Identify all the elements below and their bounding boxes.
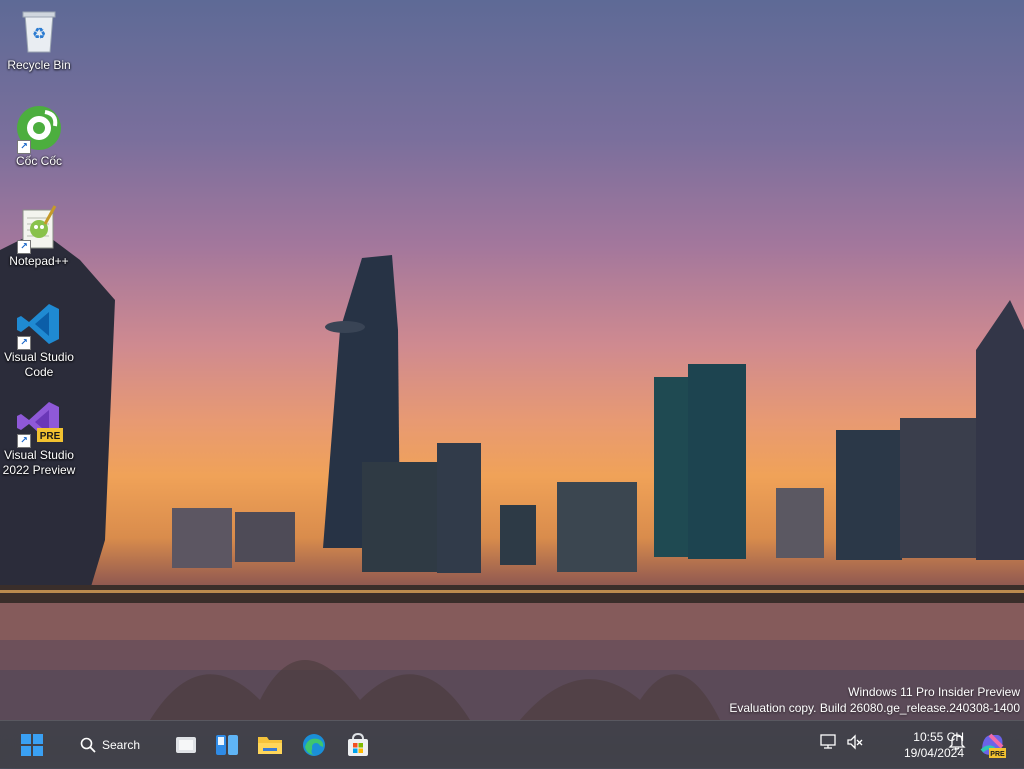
file-explorer-button[interactable]	[252, 727, 288, 763]
shortcut-arrow-icon: ↗	[17, 140, 31, 154]
task-view-icon	[176, 737, 196, 753]
copilot-icon: PRE	[980, 733, 1006, 758]
desktop-icon-vscode[interactable]: ↗ Visual Studio Code	[1, 300, 77, 380]
network-icon	[820, 734, 836, 749]
notification-button[interactable]	[948, 733, 966, 756]
desktop-icon-recycle-bin[interactable]: ♻ Recycle Bin	[1, 8, 77, 73]
taskbar-search-button[interactable]: Search	[72, 729, 168, 761]
desktop-icon-coccoc[interactable]: ↗ Cốc Cốc	[1, 104, 77, 169]
coccoc-icon: ↗	[15, 104, 63, 154]
task-view-button[interactable]	[168, 727, 204, 763]
evaluation-watermark: Windows 11 Pro Insider Preview Evaluatio…	[729, 684, 1020, 716]
widgets-button[interactable]	[209, 727, 245, 763]
edge-icon	[303, 734, 325, 756]
search-label: Search	[102, 738, 141, 752]
copilot-button[interactable]: PRE	[976, 729, 1008, 761]
copilot-pre-badge: PRE	[990, 751, 1005, 758]
desktop-icon-notepadplusplus[interactable]: ↗ Notepad++	[1, 204, 77, 269]
visual-studio-preview-icon: PRE ↗	[15, 398, 63, 448]
volume-muted-icon	[847, 734, 863, 750]
taskbar: Search 10:55 CH 19/04/2024 PRE	[0, 720, 1024, 769]
edge-button[interactable]	[296, 727, 332, 763]
recycle-bin-icon: ♻	[15, 8, 63, 56]
start-icon	[21, 734, 43, 756]
start-button[interactable]	[14, 727, 50, 763]
desktop-icon-label: Cốc Cốc	[15, 154, 62, 168]
desktop-icon-label: Notepad++	[9, 254, 69, 268]
desktop-icon-label: Recycle Bin	[7, 58, 71, 72]
shortcut-arrow-icon: ↗	[17, 336, 31, 350]
file-explorer-icon	[258, 737, 282, 754]
svg-text:♻: ♻	[32, 24, 46, 43]
desktop-icon-label: Visual Studio Code	[4, 350, 74, 379]
watermark-line-edition: Windows 11 Pro Insider Preview	[848, 685, 1020, 699]
notepadplusplus-icon: ↗	[15, 204, 63, 254]
store-button[interactable]	[340, 727, 376, 763]
notification-bell-icon	[948, 734, 966, 750]
desktop-icon-visual-studio-preview[interactable]: PRE ↗ Visual Studio 2022 Preview	[1, 398, 77, 478]
widgets-icon	[216, 735, 238, 755]
search-icon	[80, 737, 96, 753]
desktop-wallpaper	[0, 230, 1024, 720]
network-button[interactable]	[820, 733, 838, 756]
pre-badge: PRE	[40, 431, 61, 442]
shortcut-arrow-icon: ↗	[17, 240, 31, 254]
desktop-icon-label: Visual Studio 2022 Preview	[2, 448, 76, 477]
store-icon	[348, 733, 368, 756]
watermark-line-build: Evaluation copy. Build 26080.ge_release.…	[729, 701, 1020, 715]
shortcut-arrow-icon: ↗	[17, 434, 31, 448]
volume-button[interactable]	[846, 733, 864, 756]
vscode-icon: ↗	[15, 300, 63, 350]
